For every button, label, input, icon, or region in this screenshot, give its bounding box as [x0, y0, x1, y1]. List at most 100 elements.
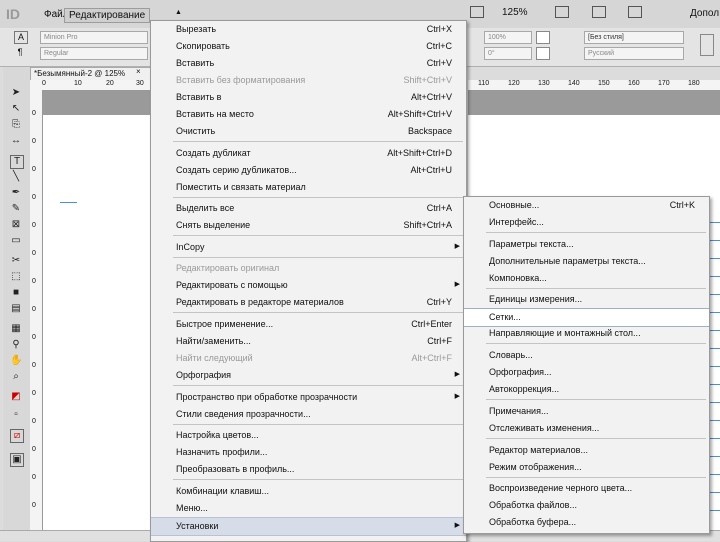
edit-menu-item[interactable]: Очистить Backspace: [151, 123, 466, 140]
skew-angle-field[interactable]: 0°: [484, 47, 532, 60]
edit-menu-item[interactable]: Редактировать с помощью ▶: [151, 277, 466, 294]
edit-menu-item[interactable]: Вставить без форматирования Shift+Ctrl+V: [151, 72, 466, 89]
fill-stroke-swatch-icon[interactable]: ◩: [10, 391, 22, 403]
prefs-menu-item[interactable]: Интерфейс...: [464, 214, 709, 231]
ruler-tick-label: 0: [32, 306, 36, 313]
note-tool-icon[interactable]: ▦: [10, 323, 22, 335]
edit-menu-item[interactable]: Редактировать в редакторе материалов Ctrl…: [151, 294, 466, 311]
edit-menu-item-label: Стили сведения прозрачности...: [176, 408, 311, 419]
prefs-menu-item[interactable]: Дополнительные параметры текста...: [464, 253, 709, 270]
free-transform-tool-icon[interactable]: ⬚: [10, 271, 22, 283]
prefs-menu-item[interactable]: Параметры текста...: [464, 236, 709, 253]
edit-menu-item[interactable]: Найти следующий Alt+Ctrl+F: [151, 350, 466, 367]
ruler-tick-label: 30: [136, 80, 144, 87]
language-field[interactable]: Русский: [584, 47, 684, 60]
edit-menu-item[interactable]: Вставить в Alt+Ctrl+V: [151, 89, 466, 106]
edit-menu-item[interactable]: Орфография ▶: [151, 367, 466, 384]
view-options-icon[interactable]: [470, 6, 484, 18]
edit-menu-item-label: Быстрое применение...: [176, 319, 274, 329]
edit-menu-item[interactable]: Скопировать Ctrl+C: [151, 38, 466, 55]
line-tool-icon[interactable]: ╲: [10, 171, 22, 183]
edit-menu-item[interactable]: Найти/заменить... Ctrl+F: [151, 333, 466, 350]
edit-menu-item[interactable]: Создать дубликат Alt+Shift+Ctrl+D: [151, 145, 466, 162]
edit-menu-item[interactable]: Меню...: [151, 500, 466, 517]
formatting-affects-icon[interactable]: ▫: [10, 409, 22, 421]
edit-menu-item[interactable]: Стили сведения прозрачности...: [151, 406, 466, 423]
edit-menu-item[interactable]: Быстрое применение... Ctrl+Enter: [151, 316, 466, 333]
edit-menu-item[interactable]: Вставить Ctrl+V: [151, 55, 466, 72]
arrange-documents-icon[interactable]: [592, 6, 606, 18]
prefs-menu-item[interactable]: Воспроизведение черного цвета...: [464, 480, 709, 497]
page-tool-icon[interactable]: ⎘: [10, 119, 22, 131]
eyedropper-tool-icon[interactable]: ⚲: [10, 339, 22, 351]
prefs-menu-item[interactable]: Автокоррекция...: [464, 381, 709, 398]
edit-menu-item[interactable]: Редактировать оригинал: [151, 260, 466, 277]
scissors-tool-icon[interactable]: ✂: [10, 255, 22, 267]
prefs-menu-item[interactable]: Редактор материалов...: [464, 442, 709, 459]
gradient-feather-tool-icon[interactable]: ▤: [10, 303, 22, 315]
prefs-menu-item[interactable]: Единицы измерения...: [464, 291, 709, 308]
edit-menu-dropdown: Вырезать Ctrl+X Скопировать Ctrl+C Вставить C…: [150, 20, 467, 542]
edit-menu-item[interactable]: Установки ▶: [151, 516, 466, 536]
edit-menu-item[interactable]: InCopy ▶: [151, 239, 466, 256]
edit-menu-item[interactable]: Поместить и связать материал: [151, 179, 466, 196]
prefs-menu-item[interactable]: Режим отображения...: [464, 459, 709, 476]
character-mode-icon[interactable]: A: [14, 31, 28, 44]
prefs-menu-item[interactable]: Компоновка...: [464, 270, 709, 287]
zoom-tool-icon[interactable]: ⌕: [10, 371, 22, 383]
paragraph-mode-icon[interactable]: ¶: [14, 47, 26, 58]
prefs-menu-item[interactable]: Обработка буфера...: [464, 514, 709, 531]
panel-menu-icon[interactable]: [700, 34, 714, 56]
ruler-tick-label: 140: [568, 80, 580, 87]
edit-menu-item[interactable]: Назначить профили...: [151, 444, 466, 461]
rectangle-tool-icon[interactable]: ▭: [10, 235, 22, 247]
apply-none-icon[interactable]: ⧄: [10, 429, 24, 443]
zoom-level[interactable]: 125%: [502, 7, 528, 18]
edit-menu-item[interactable]: Пространство при обработке прозрачности ▶: [151, 389, 466, 406]
prefs-menu-item[interactable]: Основные... Ctrl+K: [464, 197, 709, 214]
prefs-menu-item[interactable]: Примечания...: [464, 403, 709, 420]
edit-menu-item-label: Очистить: [176, 126, 216, 136]
fill-color-icon[interactable]: [536, 31, 550, 44]
gap-tool-icon[interactable]: ↔: [10, 135, 22, 147]
edit-menu-item-label: Установки: [176, 520, 219, 531]
edit-menu-item[interactable]: Вырезать Ctrl+X: [151, 21, 466, 38]
edit-menu-item[interactable]: Настройка цветов...: [151, 427, 466, 444]
menu-scroll-up-icon[interactable]: ▲: [175, 9, 189, 16]
selection-tool-icon[interactable]: ➤: [10, 87, 22, 99]
document-tab[interactable]: *Безымянный-2 @ 125%: [30, 67, 153, 81]
close-document-icon[interactable]: ×: [136, 67, 141, 76]
rectangle-frame-tool-icon[interactable]: ⊠: [10, 219, 22, 231]
stroke-color-icon[interactable]: [536, 47, 550, 60]
font-family-field[interactable]: Minion Pro: [40, 31, 148, 44]
prefs-menu-item-label: Примечания...: [489, 405, 549, 416]
edit-menu-item[interactable]: Выделить все Ctrl+A: [151, 200, 466, 217]
view-mode-icon[interactable]: ▣: [10, 453, 24, 467]
workspace-name[interactable]: Допол: [690, 8, 719, 19]
type-tool-icon[interactable]: T: [10, 155, 24, 169]
screen-mode-icon[interactable]: [555, 6, 569, 18]
edit-menu-item[interactable]: Снять выделение Shift+Ctrl+A: [151, 217, 466, 234]
document-page[interactable]: [43, 115, 150, 530]
edit-menu-item[interactable]: Создать серию дубликатов... Alt+Ctrl+U: [151, 162, 466, 179]
direct-selection-tool-icon[interactable]: ↖: [10, 103, 22, 115]
pencil-tool-icon[interactable]: ✎: [10, 203, 22, 215]
hand-tool-icon[interactable]: ✋: [10, 355, 22, 367]
prefs-menu-item[interactable]: Направляющие и монтажный стол...: [464, 325, 709, 342]
edit-menu-item[interactable]: Преобразовать в профиль...: [151, 461, 466, 478]
submenu-arrow-icon: ▶: [454, 242, 460, 250]
font-style-field[interactable]: Regular: [40, 47, 148, 60]
gradient-swatch-tool-icon[interactable]: ■: [10, 287, 22, 299]
prefs-menu-item[interactable]: Обработка файлов...: [464, 497, 709, 514]
workspace-switcher-icon[interactable]: [628, 6, 642, 18]
edit-menu-item-label: Вставить без форматирования: [176, 75, 306, 85]
character-style-field[interactable]: [Без стиля]: [584, 31, 684, 44]
horizontal-scale-field[interactable]: 100%: [484, 31, 532, 44]
prefs-menu-item[interactable]: Отслеживать изменения...: [464, 420, 709, 437]
menu-edit[interactable]: Редактирование: [64, 8, 151, 23]
edit-menu-item[interactable]: Вставить на место Alt+Shift+Ctrl+V: [151, 106, 466, 123]
edit-menu-item[interactable]: Комбинации клавиш...: [151, 483, 466, 500]
prefs-menu-item[interactable]: Словарь...: [464, 347, 709, 364]
prefs-menu-item[interactable]: Орфография...: [464, 364, 709, 381]
pen-tool-icon[interactable]: ✒: [10, 187, 22, 199]
